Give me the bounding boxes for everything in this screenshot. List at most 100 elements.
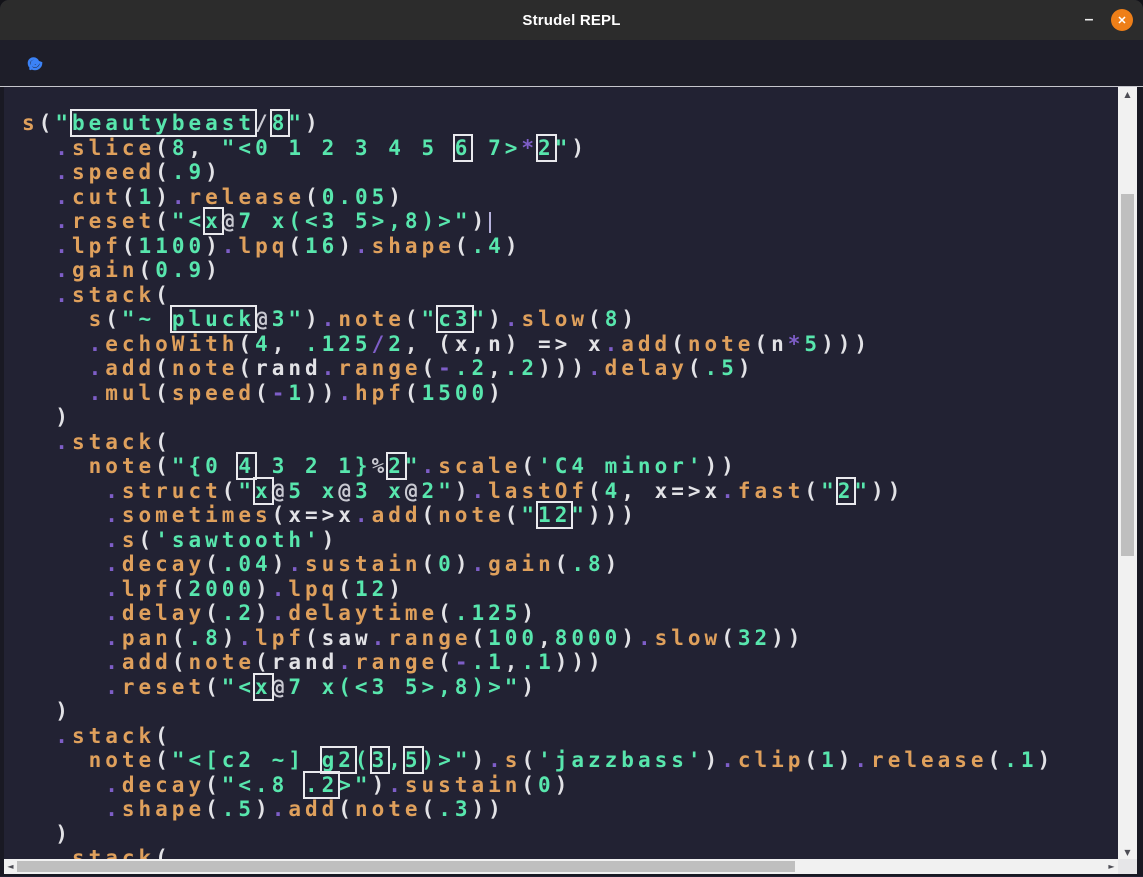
code-token [22, 552, 105, 576]
code-token: 1 [821, 748, 838, 772]
code-token: . [105, 626, 122, 650]
code-token: . [372, 626, 389, 650]
code-token: / [372, 332, 389, 356]
highlighted-token: 4 [238, 454, 255, 478]
code-token: ( [438, 601, 455, 625]
code-token: saw [322, 626, 372, 650]
code-token: 5 x [288, 479, 338, 503]
code-token: .8 [571, 552, 604, 576]
code-token: . [89, 381, 106, 405]
code-token: ) [55, 822, 72, 846]
code-token: ( [521, 454, 538, 478]
code-token [22, 528, 105, 552]
code-token: note [89, 748, 156, 772]
code-token: "~ [122, 307, 172, 331]
code-token: ( [422, 552, 439, 576]
code-token: ) [255, 601, 272, 625]
code-token: 4 [255, 332, 272, 356]
highlighted-token: 2 [388, 454, 405, 478]
vertical-scrollbar-thumb[interactable] [1121, 194, 1134, 556]
code-token: @ [405, 479, 422, 503]
code-token: . [338, 650, 355, 674]
scroll-up-arrow-icon[interactable]: ▲ [1118, 87, 1137, 101]
code-token: . [55, 209, 72, 233]
code-line: note("{0 4 3 2 1}%2".scale('C4 minor')) [22, 454, 1118, 479]
code-token: . [721, 748, 738, 772]
code-token: ) [55, 405, 72, 429]
code-token: ( [172, 650, 189, 674]
scroll-down-arrow-icon[interactable]: ▼ [1118, 845, 1137, 859]
code-line: note("<[c2 ~] g2(3,5)>").s('jazzbass').c… [22, 748, 1118, 773]
highlighted-token: x [255, 479, 272, 503]
code-token: pan [122, 626, 172, 650]
code-token: ) [255, 577, 272, 601]
close-button[interactable]: ✕ [1111, 9, 1133, 31]
code-token: 0 [438, 552, 455, 576]
code-token: .2 [505, 356, 538, 380]
code-token: note [688, 332, 755, 356]
code-token [22, 577, 105, 601]
titlebar[interactable]: Strudel REPL – ✕ [0, 0, 1143, 40]
code-token: 7> [471, 136, 521, 160]
code-token: . [172, 185, 189, 209]
strudel-logo-icon[interactable] [20, 49, 48, 77]
code-token: mul [105, 381, 155, 405]
code-token [22, 185, 55, 209]
code-line: .add(note(rand.range(-.1,.1))) [22, 650, 1118, 675]
minimize-button[interactable]: – [1082, 15, 1096, 25]
horizontal-scrollbar-thumb[interactable] [17, 861, 795, 872]
code-token: sustain [405, 773, 522, 797]
scroll-right-arrow-icon[interactable]: ► [1105, 859, 1118, 874]
code-token: ) [738, 356, 755, 380]
code-token: rand [255, 356, 322, 380]
code-token: shape [122, 797, 205, 821]
code-token: ) [322, 528, 339, 552]
code-token: decay [122, 773, 205, 797]
code-token: . [355, 503, 372, 527]
code-token: ) [255, 797, 272, 821]
code-token: ) [571, 136, 588, 160]
code-token [22, 234, 55, 258]
code-token: ) [155, 185, 172, 209]
code-token: ( [422, 356, 439, 380]
code-editor[interactable]: s("beautybeast/8") .slice(8, "<0 1 2 3 4… [4, 87, 1118, 859]
code-token: add [105, 356, 155, 380]
code-token: ( [588, 307, 605, 331]
highlighted-token: 8 [272, 111, 289, 135]
code-token [22, 283, 55, 307]
code-token: ( [422, 797, 439, 821]
code-token: " [405, 454, 422, 478]
code-token: " [521, 503, 538, 527]
code-token: . [721, 479, 738, 503]
code-token: ) [455, 479, 472, 503]
code-token: ( [288, 234, 305, 258]
horizontal-scrollbar[interactable]: ◄ ► [4, 859, 1118, 874]
vertical-scrollbar[interactable]: ▲ ▼ [1118, 87, 1137, 859]
code-token [22, 209, 55, 233]
code-token: stack [72, 430, 155, 454]
code-token: 1500 [422, 381, 489, 405]
code-token: ) [505, 234, 522, 258]
code-token: ) [272, 552, 289, 576]
code-token: . [588, 356, 605, 380]
code-token: * [788, 332, 805, 356]
code-token: )) [705, 454, 738, 478]
code-token: ) [55, 699, 72, 723]
code-token: speed [72, 160, 155, 184]
code-line: .pan(.8).lpf(saw.range(100,8000).slow(32… [22, 626, 1118, 651]
code-line: .stack( [22, 430, 1118, 455]
code-line: .reset("<x@7 x(<3 5>,8)>") [22, 675, 1118, 700]
code-token: " [288, 111, 305, 135]
code-token: . [55, 234, 72, 258]
code-token: reset [122, 675, 205, 699]
code-token: ) [521, 601, 538, 625]
scroll-left-arrow-icon[interactable]: ◄ [4, 859, 17, 874]
code-token: )) [471, 797, 504, 821]
code-token: ( [205, 797, 222, 821]
code-token: , [488, 356, 505, 380]
code-token [22, 650, 105, 674]
code-token: ( [155, 454, 172, 478]
code-token: ))) [821, 332, 871, 356]
code-token: note [338, 307, 405, 331]
code-token: 7 x(<3 5>,8)> [238, 209, 454, 233]
